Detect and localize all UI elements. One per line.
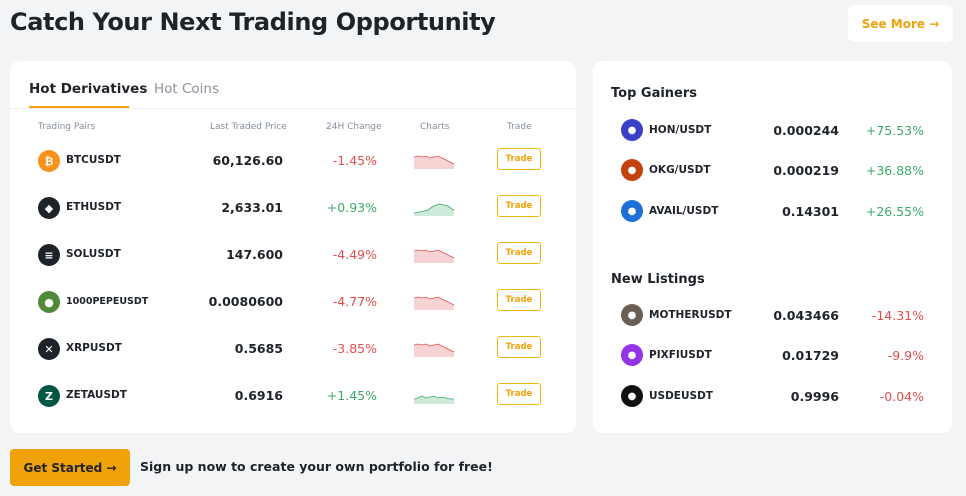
- list-item[interactable]: ● OKG/USDT 0.000219 +36.88%: [593, 159, 952, 185]
- derivatives-card: Hot Derivatives Hot Coins Trading Pairs …: [10, 61, 576, 433]
- pair-name: ETHUSDT: [66, 201, 122, 213]
- last-price: 0.000244: [773, 123, 839, 138]
- change-24h: -4.49%: [332, 247, 377, 262]
- pair-name: MOTHERUSDT: [649, 309, 732, 321]
- change-percent: -9.9%: [887, 348, 924, 363]
- last-price: 0.01729: [782, 348, 839, 363]
- new-listings-title: New Listings: [611, 272, 705, 287]
- change-percent: -14.31%: [871, 308, 924, 323]
- table-row[interactable]: ≡ SOLUSDT 147.600 -4.49% Trade: [10, 241, 576, 271]
- active-tab-indicator: [29, 106, 129, 108]
- top-gainers-title: Top Gainers: [611, 86, 698, 101]
- change-24h: -1.45%: [332, 153, 377, 168]
- last-price: 60,126.60: [212, 153, 283, 168]
- trade-button[interactable]: Trade: [497, 242, 541, 264]
- usde-icon: ●: [621, 385, 643, 407]
- get-started-button[interactable]: Get Started →: [10, 449, 130, 486]
- pair-name: 1000PEPEUSDT: [66, 296, 149, 307]
- okg-icon: ●: [621, 159, 643, 181]
- table-row[interactable]: Z ZETAUSDT 0.6916 +1.45% Trade: [10, 382, 576, 412]
- pixfi-icon: ●: [621, 344, 643, 366]
- change-percent: +36.88%: [865, 163, 924, 178]
- change-24h: +1.45%: [326, 388, 377, 403]
- pair-name: SOLUSDT: [66, 248, 121, 260]
- sparkline-chart: [414, 249, 454, 263]
- last-price: 0.043466: [773, 308, 839, 323]
- pair-name: PIXFIUSDT: [649, 349, 712, 361]
- pair-name: BTCUSDT: [66, 154, 121, 166]
- pair-name: ZETAUSDT: [66, 389, 127, 401]
- change-24h: +0.93%: [326, 200, 377, 215]
- sparkline-chart: [414, 343, 454, 357]
- trade-button[interactable]: Trade: [497, 336, 541, 358]
- list-item[interactable]: ● MOTHERUSDT 0.043466 -14.31%: [593, 304, 952, 330]
- market-tabs: Hot Derivatives Hot Coins: [10, 61, 576, 109]
- trade-button[interactable]: Trade: [497, 289, 541, 311]
- pepe-icon: ●: [38, 291, 60, 313]
- last-price: 147.600: [226, 247, 283, 262]
- last-price: 0.14301: [782, 204, 839, 219]
- change-24h: -3.85%: [332, 341, 377, 356]
- trade-button[interactable]: Trade: [497, 195, 541, 217]
- sparkline-chart: [414, 155, 454, 169]
- sparkline-chart: [414, 296, 454, 310]
- hon-icon: ●: [621, 119, 643, 141]
- solana-icon: ≡: [38, 244, 60, 266]
- trade-button[interactable]: Trade: [497, 148, 541, 170]
- list-item[interactable]: ● PIXFIUSDT 0.01729 -9.9%: [593, 344, 952, 370]
- last-price: 0.9996: [790, 389, 839, 404]
- last-price: 0.6916: [234, 388, 283, 403]
- change-percent: -0.04%: [879, 389, 924, 404]
- bitcoin-icon: ₿: [38, 150, 60, 172]
- pair-name: HON/USDT: [649, 124, 712, 136]
- change-percent: +75.53%: [865, 123, 924, 138]
- last-price: 0.000219: [773, 163, 839, 178]
- change-percent: +26.55%: [865, 204, 924, 219]
- sparkline-chart: [414, 203, 454, 216]
- tab-hot-derivatives[interactable]: Hot Derivatives: [29, 81, 147, 97]
- list-item[interactable]: ● HON/USDT 0.000244 +75.53%: [593, 119, 952, 145]
- pair-name: OKG/USDT: [649, 164, 711, 176]
- last-price: 0.5685: [234, 341, 283, 356]
- mother-icon: ●: [621, 304, 643, 326]
- last-price: 2,633.01: [221, 200, 283, 215]
- last-price: 0.0080600: [208, 294, 283, 309]
- movers-card: Top Gainers ● HON/USDT 0.000244 +75.53% ● OKG…: [593, 61, 952, 433]
- trade-button[interactable]: Trade: [497, 383, 541, 405]
- column-header-24h-change: 24H Change: [326, 122, 382, 132]
- pair-name: USDEUSDT: [649, 390, 713, 402]
- see-more-button[interactable]: See More →: [848, 5, 953, 42]
- list-item[interactable]: ● AVAIL/USDT 0.14301 +26.55%: [593, 200, 952, 226]
- column-header-charts: Charts: [420, 122, 450, 132]
- change-24h: -4.77%: [332, 294, 377, 309]
- table-row[interactable]: ✕ XRPUSDT 0.5685 -3.85% Trade: [10, 335, 576, 365]
- zeta-icon: Z: [38, 385, 60, 407]
- table-row[interactable]: ₿ BTCUSDT 60,126.60 -1.45% Trade: [10, 147, 576, 177]
- ethereum-icon: ◆: [38, 197, 60, 219]
- column-header-last-price: Last Traded Price: [210, 122, 287, 132]
- column-header-trading-pairs: Trading Pairs: [38, 122, 96, 132]
- sparkline-chart: [414, 395, 454, 404]
- pair-name: XRPUSDT: [66, 342, 122, 354]
- table-row[interactable]: ● 1000PEPEUSDT 0.0080600 -4.77% Trade: [10, 288, 576, 318]
- column-header-trade: Trade: [507, 122, 532, 132]
- signup-text: Sign up now to create your own portfolio…: [140, 459, 493, 474]
- xrp-icon: ✕: [38, 338, 60, 360]
- tab-hot-coins[interactable]: Hot Coins: [154, 81, 219, 97]
- pair-name: AVAIL/USDT: [649, 205, 719, 217]
- list-item[interactable]: ● USDEUSDT 0.9996 -0.04%: [593, 385, 952, 411]
- table-row[interactable]: ◆ ETHUSDT 2,633.01 +0.93% Trade: [10, 194, 576, 224]
- page-title: Catch Your Next Trading Opportunity: [10, 8, 496, 36]
- avail-icon: ●: [621, 200, 643, 222]
